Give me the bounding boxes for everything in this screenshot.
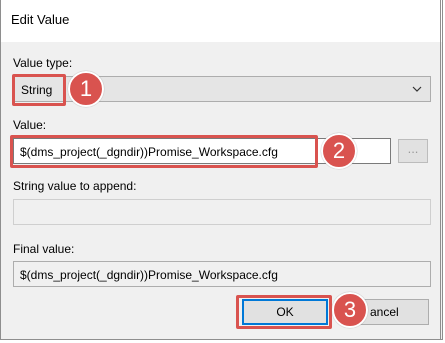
browse-button[interactable]: ... (398, 139, 428, 163)
dialog-title: Edit Value (11, 12, 70, 27)
dialog-right-edge (440, 0, 441, 339)
edit-value-dialog: Edit Value Value type: String Value: $(d… (0, 0, 443, 340)
highlight-value-input (10, 135, 318, 168)
step-badge-1: 1 (68, 71, 104, 107)
value-type-label: Value type: (13, 56, 73, 70)
value-label: Value: (13, 118, 47, 132)
highlight-value-type (12, 74, 66, 106)
final-value-label: Final value: (13, 242, 75, 256)
title-bar: Edit Value (1, 0, 442, 42)
step-badge-2: 2 (321, 133, 357, 169)
highlight-ok-button (236, 295, 332, 329)
final-value-field: $(dms_project(_dgndir))Promise_Workspace… (13, 261, 431, 287)
append-label: String value to append: (13, 179, 137, 193)
chevron-down-icon (412, 86, 422, 92)
final-value-text: $(dms_project(_dgndir))Promise_Workspace… (20, 268, 278, 282)
step-badge-3: 3 (332, 292, 368, 328)
append-input[interactable] (13, 199, 431, 225)
